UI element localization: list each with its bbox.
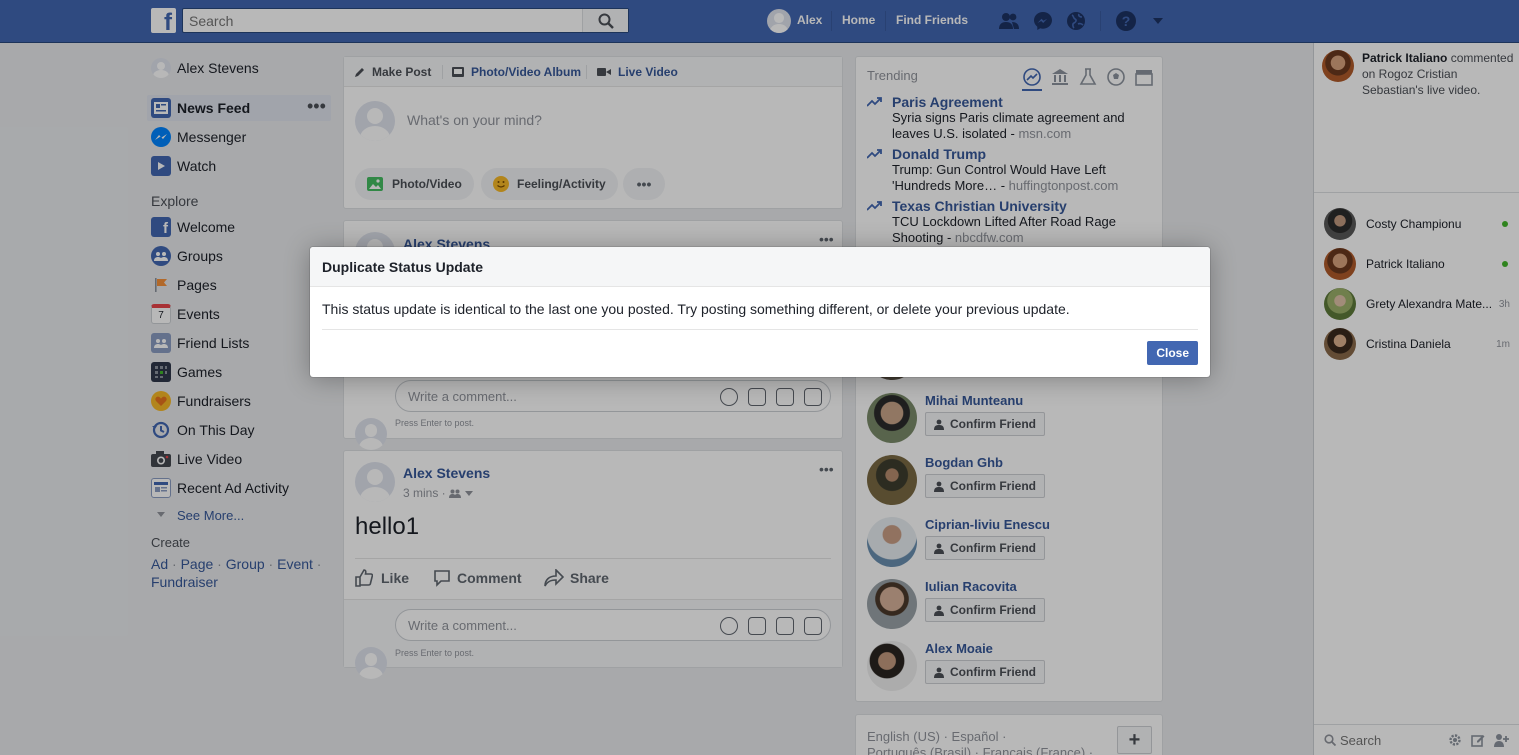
dialog-header: Duplicate Status Update bbox=[310, 247, 1210, 287]
close-button[interactable]: Close bbox=[1147, 341, 1198, 365]
dialog-message: This status update is identical to the l… bbox=[322, 301, 1070, 317]
dialog-divider bbox=[322, 329, 1198, 330]
duplicate-status-dialog: Duplicate Status Update This status upda… bbox=[310, 247, 1210, 377]
dialog-title: Duplicate Status Update bbox=[322, 259, 484, 275]
modal-overlay[interactable] bbox=[0, 0, 1519, 755]
